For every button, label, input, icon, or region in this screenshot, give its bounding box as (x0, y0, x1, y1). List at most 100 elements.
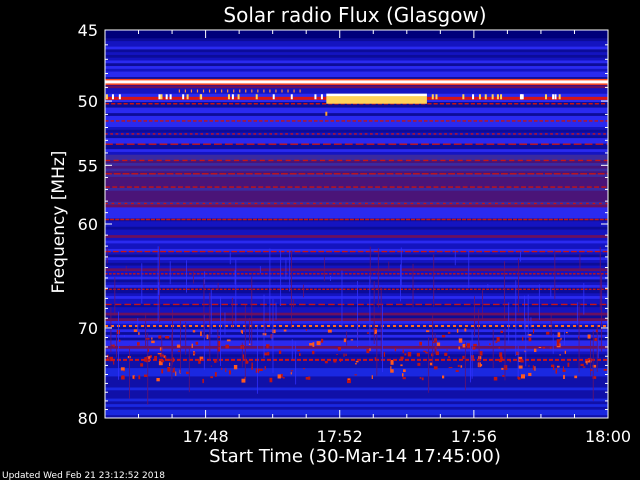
noise-speck (355, 363, 357, 365)
noise-speck (467, 343, 471, 348)
noise-speck (496, 337, 500, 342)
spike (320, 94, 323, 100)
frequency-row (105, 315, 608, 319)
spike (544, 94, 547, 100)
noise-speck (448, 356, 450, 359)
noise-speck (169, 362, 171, 367)
chart-title: Solar radio Flux (Glasgow) (223, 3, 486, 27)
noise-speck (473, 343, 477, 346)
noise-speck (426, 330, 430, 333)
noise-speck (518, 365, 523, 369)
frequency-row (105, 290, 608, 294)
frequency-row (105, 268, 608, 272)
frequency-row (105, 224, 608, 228)
frequency-row (105, 135, 608, 139)
frequency-row (105, 88, 608, 92)
bright-band-core (105, 80, 608, 84)
noise-speck (503, 365, 508, 370)
frequency-row (105, 412, 608, 416)
noise-speck (390, 366, 392, 370)
frequency-row (105, 232, 608, 236)
noise-speck (113, 361, 115, 365)
noise-speck (229, 370, 231, 375)
frequency-row (105, 118, 608, 122)
spike (257, 89, 259, 93)
noise-speck (354, 374, 357, 376)
noise-speck (327, 329, 332, 333)
spike (214, 89, 217, 93)
spike (293, 89, 295, 93)
frequency-row (105, 43, 608, 48)
noise-speck (157, 353, 162, 355)
noise-speck (316, 341, 321, 346)
noise-speck (225, 368, 227, 372)
noise-speck (309, 343, 313, 346)
spike (202, 89, 205, 93)
frequency-row (105, 38, 608, 42)
spike (435, 94, 438, 100)
frequency-row (105, 284, 608, 289)
spike (182, 94, 185, 100)
noise-speck (462, 355, 465, 360)
frequency-row (105, 384, 608, 388)
noise-speck (421, 377, 424, 381)
noise-speck (278, 350, 282, 354)
frequency-row (105, 35, 608, 39)
noise-speck (455, 370, 459, 372)
frequency-row (105, 254, 608, 258)
noise-speck (264, 366, 266, 370)
frequency-row (105, 32, 608, 36)
noise-speck (423, 350, 427, 352)
noise-speck (242, 354, 245, 359)
noise-speck (221, 367, 223, 370)
noise-speck (343, 353, 345, 357)
spike (190, 89, 193, 93)
noise-speck (549, 347, 552, 349)
spike (251, 89, 253, 93)
noise-speck (489, 343, 491, 345)
spike (105, 94, 108, 100)
frequency-row (105, 279, 608, 283)
noise-speck (433, 366, 438, 370)
noise-speck (528, 365, 530, 367)
noise-speck (534, 348, 537, 352)
noise-speck (198, 360, 201, 364)
noise-speck (441, 335, 446, 338)
spike (269, 89, 271, 93)
spike (519, 94, 522, 100)
spike (227, 94, 230, 100)
frequency-row (105, 63, 608, 67)
chart-stage: 45 50 55 60 70 80 17:48 17:52 17:56 18:00 Solar r… (2, 3, 631, 480)
noise-speck (538, 347, 542, 348)
noise-speck (587, 334, 591, 339)
noise-speck (225, 344, 229, 349)
noise-speck (277, 374, 281, 379)
frequency-row (105, 237, 608, 242)
noise-speck (303, 368, 305, 370)
noise-speck (456, 328, 459, 333)
frequency-row (105, 307, 608, 311)
frequency-row (105, 207, 608, 211)
noise-speck (350, 339, 354, 341)
spike (496, 94, 499, 100)
noise-speck (500, 356, 503, 360)
frequency-row (105, 149, 608, 153)
frequency-row (105, 71, 608, 75)
noise-speck (214, 360, 217, 363)
noise-speck (560, 337, 562, 340)
noise-speck (191, 343, 193, 348)
frequency-row (105, 221, 608, 225)
frequency-row (105, 174, 608, 178)
frequency-row (105, 168, 608, 172)
noise-speck (528, 337, 532, 342)
noise-speck (210, 376, 213, 379)
x-tick-label: 17:56 (451, 427, 497, 446)
frequency-row (105, 229, 608, 233)
noise-speck (403, 369, 406, 372)
noise-speck (551, 364, 555, 368)
noise-speck (218, 336, 220, 339)
y-tick-label: 50 (78, 92, 98, 111)
noise-speck (138, 332, 140, 335)
frequency-row (105, 60, 608, 64)
frequency-row (105, 54, 608, 59)
